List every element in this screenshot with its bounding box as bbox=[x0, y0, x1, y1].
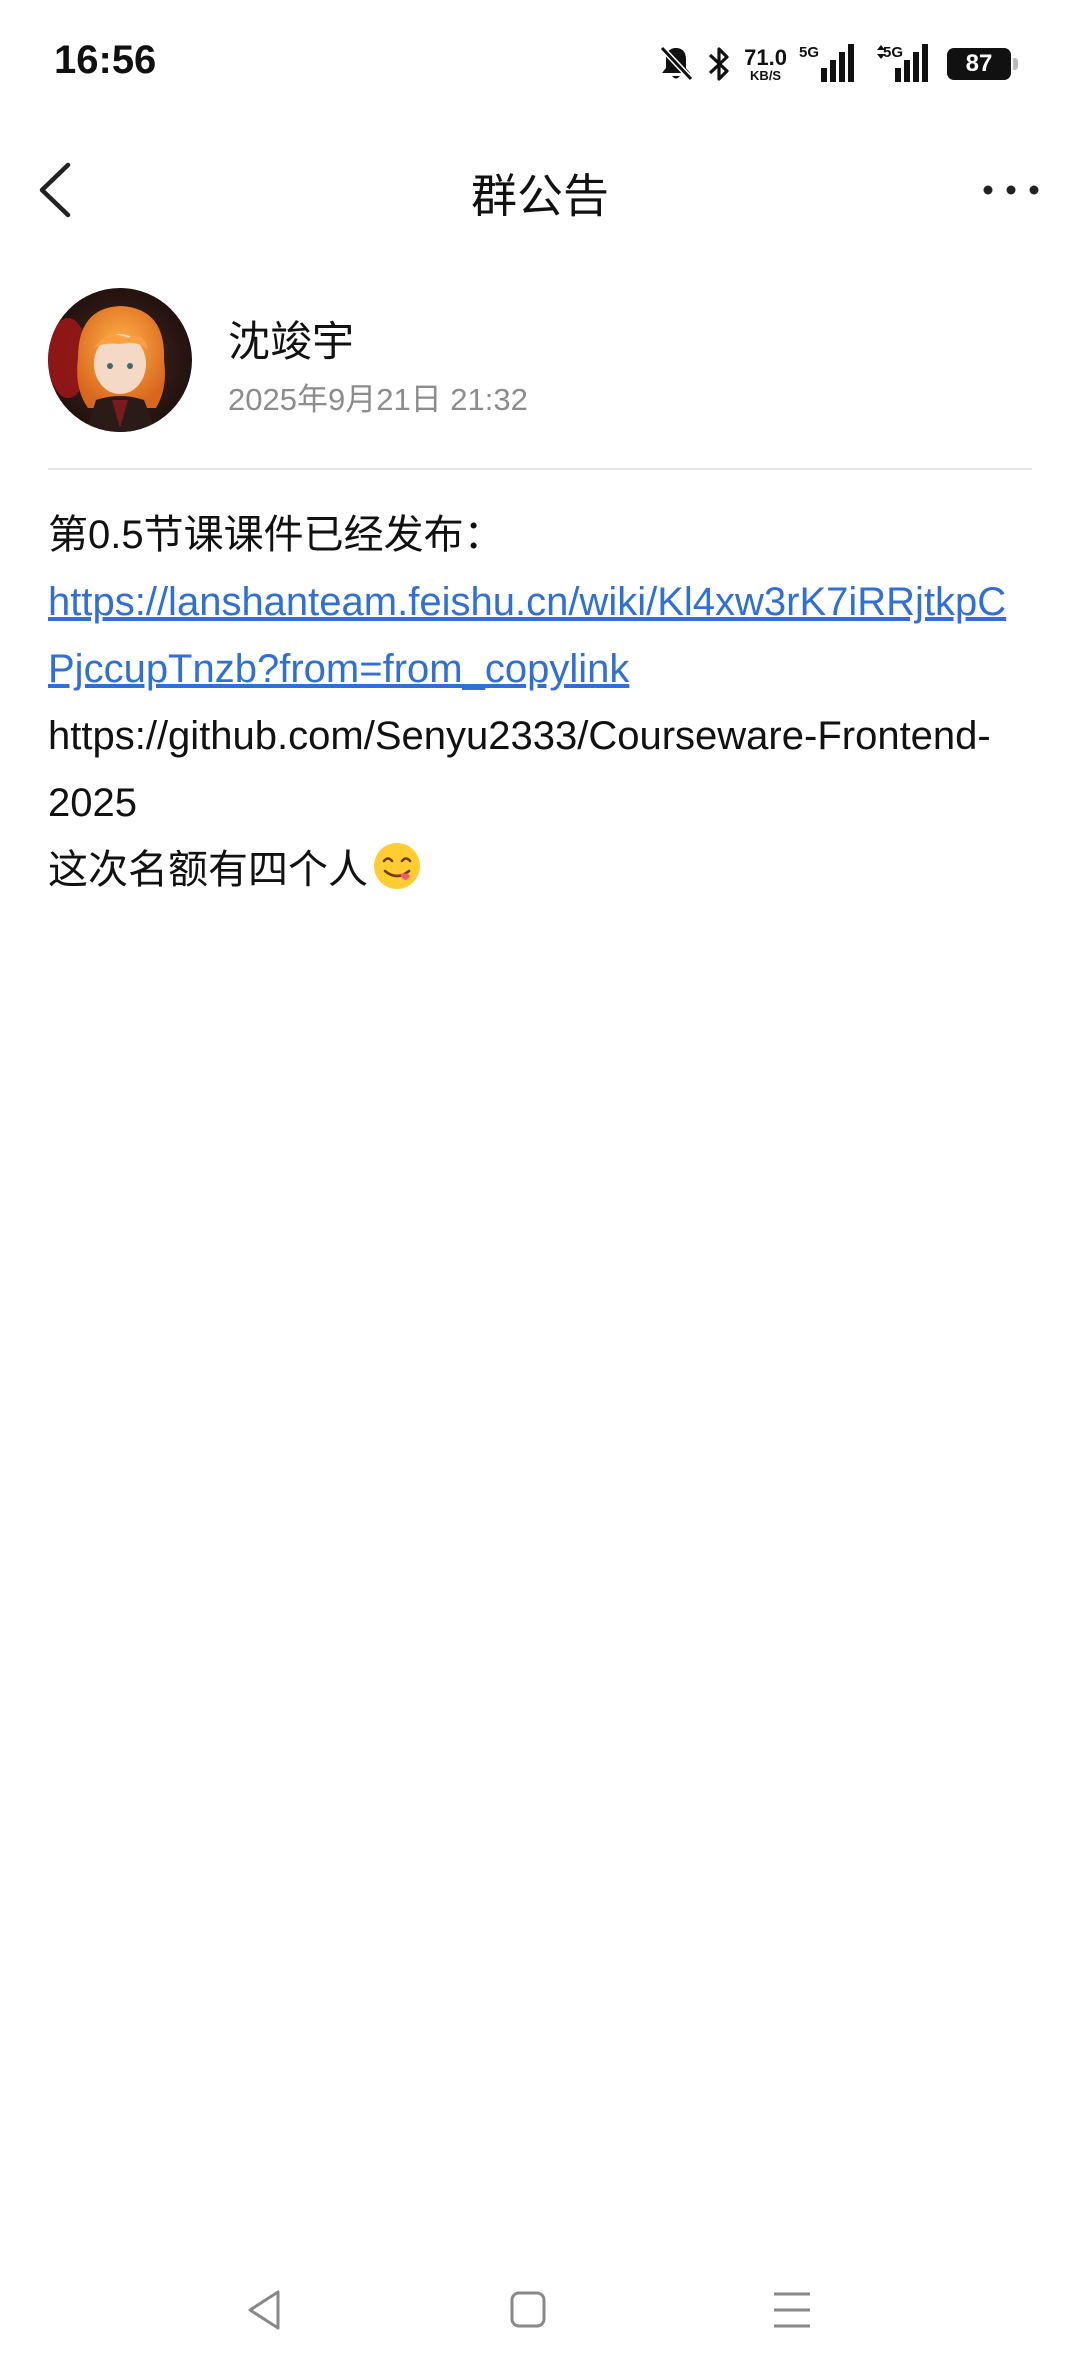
bell-off-icon bbox=[658, 44, 694, 84]
battery-level: 87 bbox=[947, 48, 1011, 80]
net-speed-value: 71.0 bbox=[744, 44, 787, 70]
author-name[interactable]: 沈竣宇 bbox=[228, 308, 354, 369]
battery-cap bbox=[1013, 58, 1018, 70]
content-note: 这次名额有四个人 bbox=[48, 848, 368, 892]
page-title: 群公告 bbox=[471, 170, 609, 222]
signal-icon: 5G bbox=[799, 42, 861, 86]
nav-back-button[interactable] bbox=[236, 2280, 296, 2340]
avatar[interactable] bbox=[48, 288, 192, 432]
more-button[interactable] bbox=[976, 170, 1046, 210]
battery-icon: 87 bbox=[947, 48, 1018, 80]
status-time: 16:56 bbox=[54, 38, 157, 82]
network-speed: 71.0 KB/S bbox=[744, 44, 787, 83]
home-square-icon bbox=[510, 2291, 546, 2328]
header: 群公告 bbox=[0, 130, 1080, 250]
feishu-link[interactable]: https://lanshanteam.feishu.cn/wiki/Kl4xw… bbox=[48, 569, 1032, 703]
content-note-line: 这次名额有四个人 bbox=[48, 837, 1032, 904]
menu-lines-icon bbox=[774, 2292, 810, 2328]
nav-home-button[interactable] bbox=[498, 2280, 558, 2340]
status-icons: 71.0 KB/S 5G 5G 87 bbox=[658, 40, 1018, 88]
net-speed-unit: KB/S bbox=[750, 67, 782, 83]
status-bar: 16:56 71.0 KB/S 5G 5G 87 bbox=[0, 0, 1080, 120]
nav-recents-button[interactable] bbox=[762, 2280, 822, 2340]
system-nav-bar bbox=[0, 2260, 1080, 2360]
signal-icon-2: 5G bbox=[873, 42, 935, 86]
divider bbox=[48, 468, 1032, 470]
announcement-content: 第0.5节课课件已经发布： https://lanshanteam.feishu… bbox=[48, 502, 1032, 904]
content-line-1: 第0.5节课课件已经发布： bbox=[48, 513, 504, 557]
more-icon bbox=[983, 185, 1039, 195]
back-triangle-icon bbox=[248, 2290, 280, 2330]
github-url-text: https://github.com/Senyu2333/Courseware-… bbox=[48, 714, 991, 825]
screen: 16:56 71.0 KB/S 5G 5G 87 群公告 沈竣宇 2025年9月… bbox=[0, 0, 1080, 2376]
post-time: 2025年9月21日 21:32 bbox=[228, 382, 528, 417]
yum-emoji-icon bbox=[372, 841, 422, 891]
bluetooth-icon bbox=[706, 44, 732, 84]
